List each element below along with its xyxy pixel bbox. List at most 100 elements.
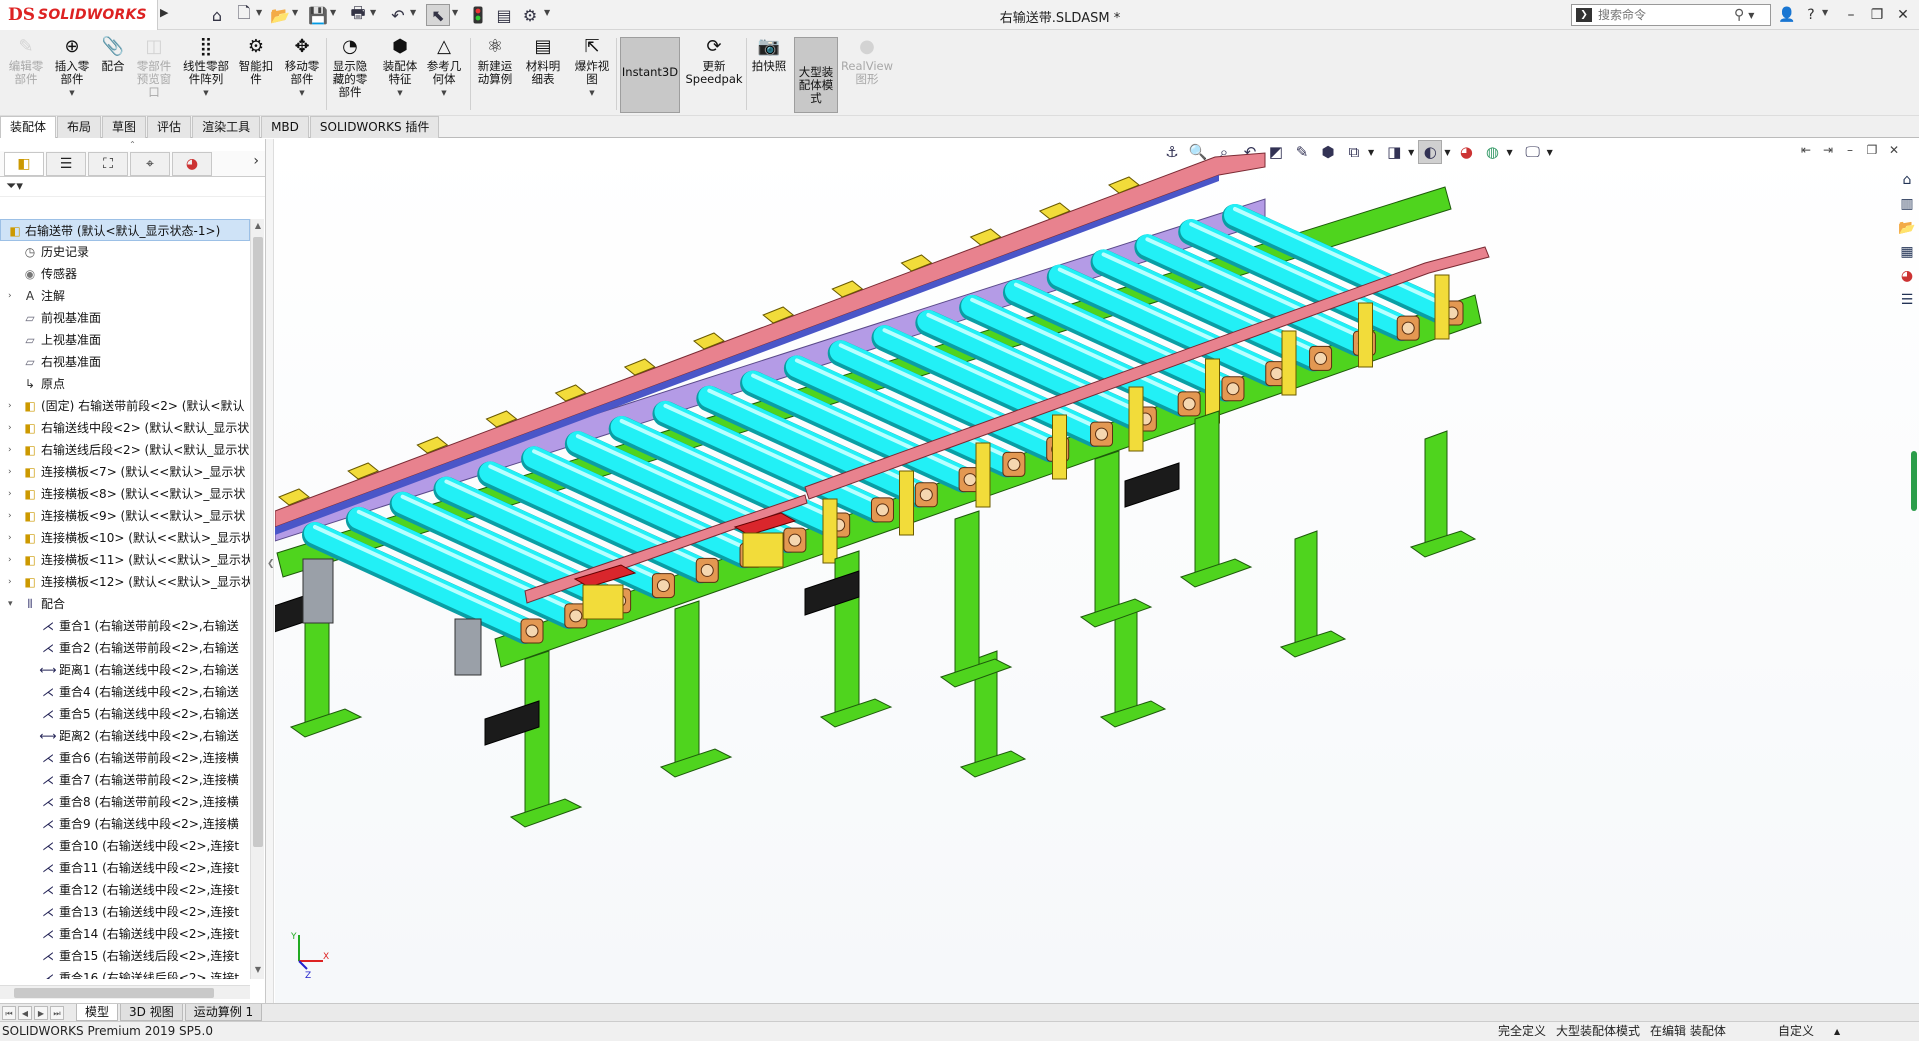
hscroll-thumb[interactable] [14, 988, 214, 998]
expand-arrow-icon[interactable]: › [8, 439, 18, 461]
save-dropdown-icon[interactable]: ▼ [330, 8, 338, 22]
realview-button[interactable]: ● RealView 图形 [841, 34, 893, 112]
viewport-minimize-icon[interactable]: – [1839, 143, 1861, 157]
display-style-icon[interactable]: ⧉ [1342, 140, 1366, 164]
tab-3[interactable]: 评估 [147, 116, 192, 138]
menu-flyout-arrow-icon[interactable]: ▶ [160, 6, 172, 24]
insert-component-button[interactable]: ⊕ 插入零 部件 ▼ [52, 34, 92, 112]
scroll-down-icon[interactable]: ▼ [253, 965, 263, 974]
edit-component-button[interactable]: ✎ 编辑零 部件 [6, 34, 46, 112]
tree-item[interactable]: ⋌ 重合10 (右输送线中段<2>,连接t [0, 835, 250, 857]
monitor-dropdown-icon[interactable]: ▼ [1547, 148, 1553, 157]
next-tab-icon[interactable]: ▶ [34, 1005, 48, 1020]
tree-item[interactable]: ⋌ 重合13 (右输送线中段<2>,连接t [0, 901, 250, 923]
tree-horizontal-scrollbar[interactable] [0, 985, 250, 999]
tree-item[interactable]: › ◧ 连接横板<9> (默认<<默认>_显示状 [0, 505, 250, 527]
tab-5[interactable]: MBD [261, 116, 309, 138]
tab-4[interactable]: 渲染工具 [192, 116, 261, 138]
hide-show-items-icon[interactable]: ◨ [1382, 140, 1406, 164]
reference-geometry-dropdown-icon[interactable]: ▼ [441, 87, 446, 100]
search-icon[interactable]: ⚲ [1734, 7, 1744, 23]
dynamic-annotation-icon[interactable]: ✎ [1290, 140, 1314, 164]
task-pane-grip[interactable] [1911, 451, 1917, 511]
tree-item[interactable]: ⋌ 重合6 (右输送带前段<2>,连接横 [0, 747, 250, 769]
help-icon[interactable]: ? [1800, 4, 1822, 26]
viewport-close-icon[interactable]: ✕ [1883, 143, 1905, 157]
tree-item[interactable]: › ◧ 右输送线中段<2> (默认<默认_显示状 [0, 417, 250, 439]
view-palette-icon[interactable]: ▦ [1895, 241, 1919, 263]
expand-arrow-icon[interactable]: ▾ [8, 593, 18, 615]
open-dropdown-icon[interactable]: ▼ [292, 8, 300, 22]
tree-item[interactable]: ⋌ 重合9 (右输送线中段<2>,连接横 [0, 813, 250, 835]
view-settings-dropdown-icon[interactable]: ▼ [1506, 148, 1512, 157]
assembly-features-dropdown-icon[interactable]: ▼ [397, 87, 402, 100]
new-dropdown-icon[interactable]: ▼ [256, 8, 264, 22]
expand-arrow-icon[interactable]: › [8, 395, 18, 417]
more-tabs-arrow-icon[interactable]: › [253, 153, 259, 169]
monitor-icon[interactable]: 🖵 [1521, 140, 1545, 164]
collapse-right-icon[interactable]: ⇥ [1817, 143, 1839, 157]
tree-item[interactable]: › ◧ 连接横板<7> (默认<<默认>_显示状 [0, 461, 250, 483]
view-settings-icon[interactable]: ◍ [1480, 140, 1504, 164]
configuration-manager-tab-icon[interactable]: ⛶ [88, 151, 128, 176]
tree-item[interactable]: ▱ 前视基准面 [0, 307, 250, 329]
tab-motion-study[interactable]: 运动算例 1 [184, 1004, 263, 1021]
expand-arrow-icon[interactable]: › [8, 417, 18, 439]
property-manager-tab-icon[interactable]: ☰ [46, 151, 86, 176]
tree-item[interactable]: ⟷ 距离1 (右输送线中段<2>,右输送 [0, 659, 250, 681]
close-icon[interactable]: ✕ [1892, 4, 1914, 26]
expand-arrow-icon[interactable]: › [8, 285, 18, 307]
panel-grip[interactable]: ⌃ [0, 139, 265, 151]
exploded-view-button[interactable]: ⇱ 爆炸视 图 ▼ [572, 34, 612, 112]
collapse-left-icon[interactable]: ⇤ [1795, 143, 1817, 157]
component-preview-button[interactable]: ◫ 零部件 预览窗 口 [134, 34, 174, 112]
tree-item[interactable]: ⋌ 重合11 (右输送线中段<2>,连接t [0, 857, 250, 879]
new-motion-study-button[interactable]: ⚛ 新建运 动算例 [474, 34, 516, 112]
first-tab-icon[interactable]: ⏮ [2, 1005, 16, 1020]
tree-item[interactable]: ⋌ 重合7 (右输送带前段<2>,连接横 [0, 769, 250, 791]
expand-arrow-icon[interactable]: › [8, 549, 18, 571]
expand-arrow-icon[interactable]: › [8, 483, 18, 505]
scroll-up-icon[interactable]: ▲ [253, 221, 263, 230]
undo-icon[interactable]: ↶ [386, 4, 410, 26]
panel-splitter[interactable]: ❮ [266, 139, 275, 1003]
tree-item[interactable]: › ◧ 连接横板<12> (默认<<默认>_显示状 [0, 571, 250, 593]
hide-show-dropdown-icon[interactable]: ▼ [1408, 148, 1414, 157]
graphics-area[interactable]: ⚓ 🔍 ⌕ ↶ ◩ ✎ ⬢ ⧉ ▼ ◨ ▼ ◐ ▼ ◕ ◍ ▼ 🖵 ▼ ⇤ ⇥ … [275, 139, 1919, 1003]
apply-scene-icon[interactable]: ◕ [1454, 140, 1478, 164]
select-icon[interactable]: ⬉ [426, 4, 450, 26]
update-speedpak-button[interactable]: ⟳ 更新 Speedpak [685, 34, 742, 112]
tab-0[interactable]: 装配体 [0, 116, 57, 138]
reference-geometry-button[interactable]: △ 参考几 何体 ▼ [424, 34, 464, 112]
bill-of-materials-button[interactable]: ▤ 材料明 细表 [522, 34, 564, 112]
select-dropdown-icon[interactable]: ▼ [452, 8, 460, 22]
smart-fasteners-button[interactable]: ⚙ 智能扣 件 [236, 34, 276, 112]
tree-item[interactable]: ◷ 历史记录 [0, 241, 250, 263]
appearances-icon[interactable]: ◕ [1895, 265, 1919, 287]
display-style-dropdown-icon[interactable]: ▼ [1368, 148, 1374, 157]
instant3d-button[interactable]: Instant3D [620, 37, 680, 113]
viewport-restore-icon[interactable]: ❐ [1861, 143, 1883, 157]
open-icon[interactable]: 📂 [268, 4, 292, 26]
view-orientation-icon[interactable]: ⬢ [1316, 140, 1340, 164]
conveyor-assembly-model[interactable] [275, 139, 1919, 1003]
expand-arrow-icon[interactable]: › [8, 571, 18, 593]
tree-item[interactable]: ◉ 传感器 [0, 263, 250, 285]
tree-item[interactable]: ▱ 上视基准面 [0, 329, 250, 351]
show-hidden-button[interactable]: ◔ 显示隐 藏的零 部件 [330, 34, 370, 112]
zoom-to-area-icon[interactable]: ⌕ [1212, 140, 1236, 164]
tree-item[interactable]: ⟷ 距离2 (右输送线中段<2>,右输送 [0, 725, 250, 747]
tree-item[interactable]: ⋌ 重合16 (右输送线后段<2>,连接t [0, 967, 250, 979]
appearance-dropdown-icon[interactable]: ▼ [1444, 148, 1450, 157]
expand-arrow-icon[interactable]: › [8, 505, 18, 527]
tree-item[interactable]: ⋌ 重合14 (右输送线中段<2>,连接t [0, 923, 250, 945]
custom-properties-icon[interactable]: ☰ [1895, 289, 1919, 311]
tree-item[interactable]: ⋌ 重合12 (右输送线中段<2>,连接t [0, 879, 250, 901]
tree-item[interactable]: ▱ 右视基准面 [0, 351, 250, 373]
previous-tab-icon[interactable]: ◀ [18, 1005, 32, 1020]
last-tab-icon[interactable]: ⏭ [50, 1005, 64, 1020]
assembly-features-button[interactable]: ⬢ 装配体 特征 ▼ [380, 34, 420, 112]
search-dropdown-icon[interactable]: ▼ [1748, 11, 1754, 20]
tree-item[interactable]: ⋌ 重合4 (右输送线中段<2>,右输送 [0, 681, 250, 703]
tree-item[interactable]: ▾ ⦀ 配合 [0, 593, 250, 615]
